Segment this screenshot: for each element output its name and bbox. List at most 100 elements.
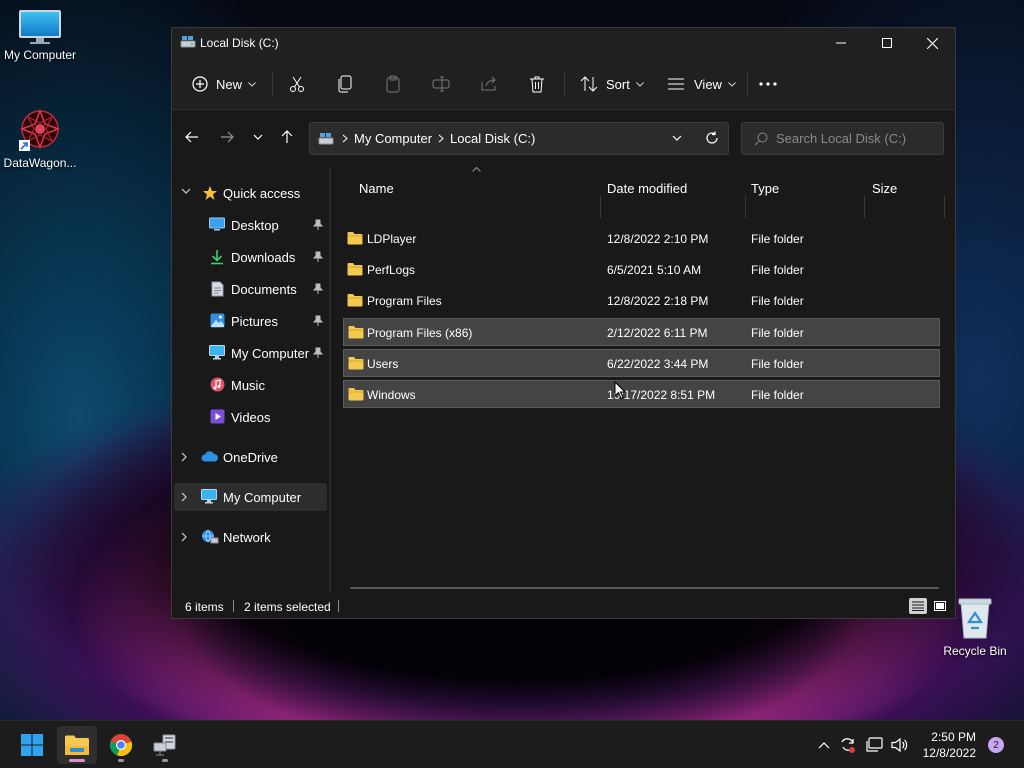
chevron-down-icon[interactable] (672, 135, 682, 141)
table-row[interactable]: LDPlayer 12/8/2022 2:10 PM File folder (343, 225, 940, 253)
title-bar[interactable]: Local Disk (C:) (172, 28, 955, 58)
star-icon (203, 186, 217, 200)
volume-button[interactable] (891, 736, 909, 754)
chevron-right-icon[interactable] (181, 492, 187, 502)
copy-button[interactable] (337, 68, 353, 100)
paste-button[interactable] (385, 68, 401, 100)
column-divider[interactable] (600, 196, 601, 218)
command-bar: New Sort View (172, 58, 955, 110)
cut-button[interactable] (288, 68, 306, 100)
table-row[interactable]: Windows 10/17/2022 8:51 PM File folder (343, 380, 940, 408)
breadcrumb-my-computer[interactable]: My Computer (354, 131, 432, 146)
up-button[interactable] (273, 123, 301, 151)
maximize-button[interactable] (864, 28, 910, 58)
search-box[interactable] (741, 122, 944, 155)
more-icon (759, 82, 777, 86)
rename-icon (432, 76, 450, 92)
table-row[interactable]: PerfLogs 6/5/2021 5:10 AM File folder (343, 256, 940, 284)
sidebar-item-label: Videos (231, 410, 271, 425)
sidebar-item-label: Documents (231, 282, 297, 297)
column-divider[interactable] (864, 196, 865, 218)
file-date: 6/22/2022 3:44 PM (607, 357, 709, 371)
table-row[interactable]: Users 6/22/2022 3:44 PM File folder (343, 349, 940, 377)
folder-icon (347, 232, 363, 245)
clock-date: 12/8/2022 (922, 746, 976, 760)
column-divider[interactable] (944, 196, 945, 218)
show-hidden-icons-button[interactable] (815, 736, 833, 754)
sidebar-item-onedrive[interactable]: OneDrive (172, 443, 327, 471)
column-header-name[interactable]: Name (359, 176, 599, 200)
minimize-button[interactable] (818, 28, 864, 58)
sidebar-item-my-computer-pinned[interactable]: My Computer (172, 339, 327, 367)
desktop-icon-my-computer[interactable]: My Computer (0, 10, 80, 62)
sidebar-item-videos[interactable]: Videos (172, 403, 327, 431)
details-view-icon (912, 601, 924, 611)
close-button[interactable] (909, 28, 955, 58)
recent-locations-button[interactable] (244, 123, 272, 151)
taskbar-file-explorer[interactable] (57, 726, 97, 764)
taskbar-chrome[interactable] (101, 726, 141, 764)
recycle-bin-icon (958, 598, 992, 639)
toolbar-divider (747, 72, 748, 96)
sidebar-item-desktop[interactable]: Desktop (172, 211, 327, 239)
chevron-right-icon[interactable] (181, 452, 187, 462)
search-input[interactable] (776, 131, 936, 146)
notification-badge[interactable]: 2 (988, 737, 1004, 753)
forward-button[interactable] (213, 123, 241, 151)
column-header-type[interactable]: Type (751, 176, 863, 200)
address-bar[interactable]: My Computer Local Disk (C:) (309, 122, 729, 155)
network-status-icon[interactable] (866, 736, 884, 754)
column-header-date[interactable]: Date modified (607, 176, 745, 200)
table-row[interactable]: Program Files (x86) 2/12/2022 6:11 PM Fi… (343, 318, 940, 346)
file-name: Program Files (x86) (367, 326, 473, 340)
cut-icon (290, 76, 304, 92)
start-icon (21, 734, 43, 756)
sidebar-item-pictures[interactable]: Pictures (172, 307, 327, 335)
sidebar-item-label: OneDrive (223, 450, 278, 465)
chevron-down-icon[interactable] (181, 188, 191, 194)
sidebar-item-network[interactable]: Network (172, 523, 327, 551)
file-type: File folder (751, 294, 804, 308)
folder-icon (348, 326, 364, 339)
refresh-icon[interactable] (705, 131, 719, 145)
taskbar-network-drive[interactable] (145, 726, 185, 764)
back-button[interactable] (178, 123, 206, 151)
start-button[interactable] (12, 726, 52, 764)
sidebar-item-downloads[interactable]: Downloads (172, 243, 327, 271)
rename-button[interactable] (432, 68, 450, 100)
file-name: Users (367, 357, 399, 371)
details-view-button[interactable] (909, 598, 927, 614)
share-button[interactable] (480, 68, 498, 100)
sidebar-item-documents[interactable]: Documents (172, 275, 327, 303)
toolbar-divider (564, 72, 565, 96)
sidebar-item-label: My Computer (223, 490, 302, 505)
status-divider (233, 600, 234, 612)
drive-icon (180, 36, 196, 48)
column-header-label: Type (751, 180, 780, 196)
chevron-right-icon[interactable] (181, 532, 187, 542)
column-header-size[interactable]: Size (872, 176, 942, 200)
sidebar-item-quick-access[interactable]: Quick access (172, 179, 327, 207)
sync-status-icon[interactable] (839, 736, 857, 754)
clock[interactable]: 2:50 PM 12/8/2022 (923, 729, 976, 761)
sidebar-item-my-computer[interactable]: My Computer (174, 483, 327, 511)
desktop-icon-datawagon[interactable]: DataWagon... (0, 106, 80, 170)
file-name: Windows (367, 388, 416, 402)
pin-icon (313, 219, 323, 230)
new-button[interactable]: New (192, 68, 256, 100)
breadcrumb-local-disk[interactable]: Local Disk (C:) (450, 131, 535, 146)
table-row[interactable]: Program Files 12/8/2022 2:18 PM File fol… (343, 287, 940, 315)
folder-icon (348, 357, 364, 370)
sort-button[interactable]: Sort (580, 68, 644, 100)
mouse-cursor-icon (614, 381, 626, 400)
horizontal-scrollbar[interactable] (350, 587, 939, 589)
sidebar-scrollbar[interactable] (329, 167, 331, 592)
sidebar-item-music[interactable]: Music (172, 371, 327, 399)
view-icon (668, 78, 684, 90)
tiles-view-button[interactable] (931, 598, 949, 614)
delete-button[interactable] (529, 68, 545, 100)
column-divider[interactable] (745, 196, 746, 218)
sidebar-item-label: Music (231, 378, 265, 393)
more-options-button[interactable] (759, 68, 777, 100)
view-button[interactable]: View (667, 68, 736, 100)
